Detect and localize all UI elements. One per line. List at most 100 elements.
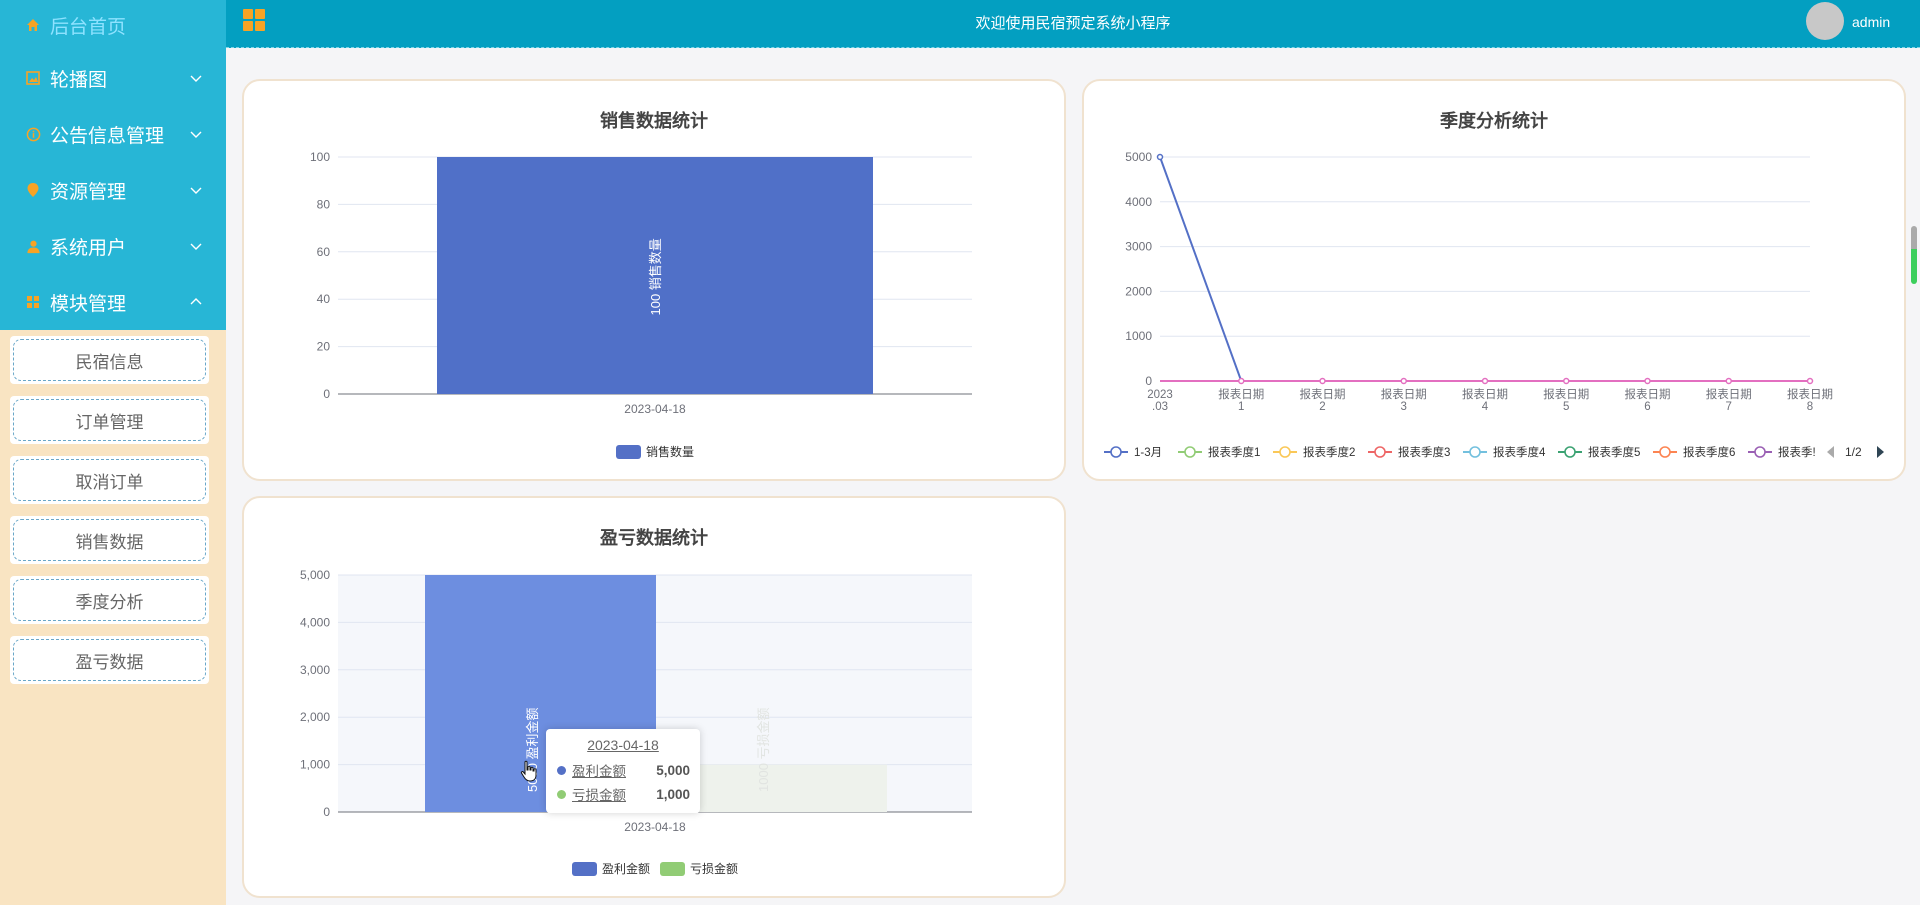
- legend-label: 销售数量: [646, 444, 694, 459]
- legend-marker: [1469, 446, 1481, 458]
- y-tick-label: 4000: [1125, 195, 1152, 209]
- avatar[interactable]: [1806, 2, 1844, 40]
- legend-label: 报表季度6: [1683, 445, 1735, 459]
- sidebar-item-home[interactable]: 后台首页: [0, 0, 226, 50]
- x-tick-label: 2023-04-18: [624, 820, 686, 834]
- submenu-cancel-orders[interactable]: 取消订单: [10, 456, 209, 504]
- sidebar-item-notice[interactable]: 公告信息管理: [0, 106, 226, 162]
- y-tick-label: 2000: [1125, 284, 1152, 298]
- location-pin-icon: [24, 181, 42, 199]
- x-tick-label: 6: [1644, 401, 1650, 413]
- info-icon: [24, 125, 42, 143]
- sidebar-item-users[interactable]: 系统用户: [0, 218, 226, 274]
- tooltip-series-name: 盈利金额: [572, 764, 626, 779]
- data-point: [1725, 377, 1732, 385]
- top-header: 欢迎使用民宿预定系统小程序 admin: [226, 0, 1920, 48]
- page-title: 欢迎使用民宿预定系统小程序: [975, 15, 1171, 32]
- x-tick-label: .03: [1152, 401, 1168, 413]
- submenu-homestay-info[interactable]: 民宿信息: [10, 336, 209, 384]
- legend-item: 1-3月: [1104, 446, 1162, 459]
- legend-marker: [1374, 446, 1386, 458]
- tooltip-row: 盈利金额 5,000: [557, 761, 690, 779]
- x-tick-label: 1: [1238, 401, 1244, 413]
- series-dot: [557, 765, 566, 775]
- submenu-label: 取消订单: [13, 459, 206, 501]
- y-tick-label: 60: [317, 245, 331, 259]
- legend-marker: [1279, 446, 1291, 458]
- x-tick-label: 报表日期: [1462, 387, 1508, 401]
- legend-item: 报表季度4: [1463, 445, 1546, 459]
- data-point: [1563, 377, 1570, 385]
- series-line: [1159, 156, 1810, 382]
- legend-next-page-icon: [1877, 446, 1884, 458]
- sidebar-item-carousel[interactable]: 轮播图: [0, 50, 226, 106]
- y-tick-label: 40: [317, 292, 331, 306]
- legend-label: 报表季度4: [1493, 445, 1546, 459]
- legend-label: 报表季度1: [1208, 445, 1260, 459]
- y-tick-label: 3000: [1125, 240, 1152, 254]
- sidebar-item-resource[interactable]: 资源管理: [0, 162, 226, 218]
- series-dot: [557, 789, 566, 799]
- y-tick-label: 0: [323, 805, 330, 819]
- page-scrollbar[interactable]: [1911, 226, 1917, 284]
- sidebar-item-label: 轮播图: [50, 69, 108, 91]
- data-point: [1238, 377, 1245, 385]
- sidebar-item-label: 资源管理: [50, 181, 127, 203]
- tooltip-row: 亏损金额 1,000: [557, 785, 690, 803]
- legend-page-indicator: 1/2: [1845, 445, 1862, 459]
- submenu-profit-data[interactable]: 盈亏数据: [10, 636, 209, 684]
- submenu-sales-data[interactable]: 销售数据: [10, 516, 209, 564]
- tooltip-title: 2023-04-18: [587, 737, 659, 753]
- legend-marker: [1184, 446, 1196, 458]
- y-tick-label: 0: [1145, 374, 1152, 388]
- legend-label: 亏损金额: [690, 861, 738, 876]
- x-tick-label: 报表日期: [1300, 387, 1346, 401]
- x-tick-label: 5: [1563, 401, 1569, 413]
- legend-marker: [1754, 446, 1766, 458]
- sales-chart: 0 20 40 60 80 100 100 销售数量 2023-04-18 销售数量: [310, 150, 972, 459]
- legend-label: 报表季度3: [1398, 445, 1450, 459]
- legend-marker: [1110, 446, 1122, 458]
- legend-item: 报表季!: [1748, 445, 1816, 459]
- sidebar-menu: 后台首页 轮播图 公告信息管理 资源管理 系统用户 模块管理: [0, 0, 226, 330]
- x-tick-label: 报表日期: [1787, 387, 1833, 401]
- sidebar-item-label: 模块管理: [50, 293, 127, 315]
- home-icon: [24, 16, 42, 34]
- x-tick-label: 2023-04-18: [624, 402, 686, 416]
- y-tick-label: 4,000: [300, 615, 330, 629]
- y-tick-label: 2,000: [300, 710, 330, 724]
- x-tick-label: 报表日期: [1625, 387, 1671, 401]
- sidebar-item-label: 公告信息管理: [50, 125, 165, 147]
- chevron-down-icon: [190, 131, 202, 138]
- legend-swatch: [660, 862, 685, 876]
- x-tick-label: 3: [1401, 401, 1407, 413]
- image-icon: [24, 69, 42, 87]
- grid-icon: [24, 293, 42, 311]
- data-point: [1400, 377, 1407, 385]
- x-tick-label: 4: [1482, 401, 1489, 413]
- x-tick-label: 报表日期: [1381, 387, 1427, 401]
- username[interactable]: admin: [1852, 14, 1890, 30]
- x-tick-label: 报表日期: [1706, 387, 1752, 401]
- legend-item: 报表季度6: [1653, 445, 1735, 459]
- submenu-label: 民宿信息: [13, 339, 206, 381]
- hand-cursor-icon: [520, 760, 537, 782]
- user-icon: [24, 237, 42, 255]
- tooltip-series-value: 5,000: [656, 762, 690, 778]
- quarter-chart: 0100020003000400050002023.03报表日期1报表日期2报表…: [1104, 150, 1884, 459]
- chart-tooltip: 2023-04-18 盈利金额 5,000 亏损金额 1,000: [546, 729, 700, 813]
- x-tick-label: 报表日期: [1218, 387, 1264, 401]
- sidebar-item-modules[interactable]: 模块管理: [0, 274, 226, 330]
- submenu-quarter-analysis[interactable]: 季度分析: [10, 576, 209, 624]
- legend-item: 报表季度3: [1368, 445, 1450, 459]
- y-tick-label: 0: [323, 387, 330, 401]
- legend-label: 报表季!: [1778, 445, 1816, 459]
- bar-data-label: 1000 亏损金额: [756, 707, 771, 792]
- y-tick-label: 5000: [1125, 150, 1152, 164]
- y-tick-label: 5,000: [300, 568, 330, 582]
- submenu-label: 销售数据: [13, 519, 206, 561]
- tooltip-series-name: 亏损金额: [572, 788, 626, 803]
- data-point: [1319, 377, 1326, 385]
- y-tick-label: 100: [310, 150, 330, 164]
- submenu-orders[interactable]: 订单管理: [10, 396, 209, 444]
